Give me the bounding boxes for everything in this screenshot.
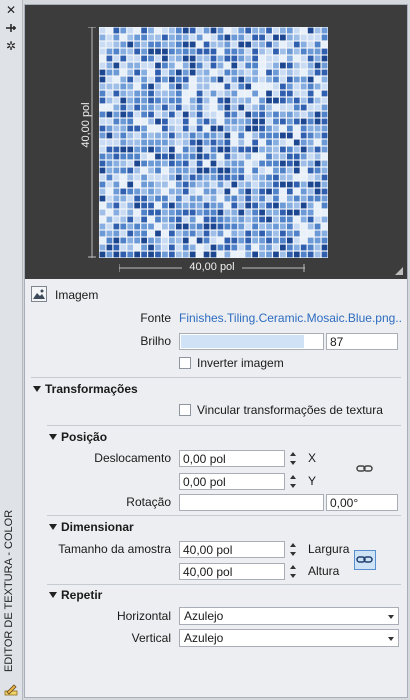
scale-header[interactable]: Dimensionar	[49, 518, 134, 536]
divider	[47, 515, 401, 516]
rotation-input[interactable]: 0,00°	[326, 494, 398, 511]
vertical-label: Vertical	[131, 631, 171, 645]
palette-sidebar: ✕ ✲ EDITOR DE TEXTURA - COLOR	[0, 0, 23, 700]
horizontal-label: Horizontal	[116, 609, 171, 623]
pin-icon[interactable]	[4, 22, 18, 34]
brightness-label: Brilho	[140, 334, 171, 348]
divider	[47, 584, 401, 585]
source-label: Fonte	[140, 311, 171, 325]
collapse-triangle-icon	[49, 524, 57, 530]
width-dimension-label: 40,00 pol	[182, 261, 242, 273]
offset-label: Deslocamento	[94, 451, 171, 465]
repeat-header-label: Repetir	[61, 588, 103, 602]
link-offset-icon[interactable]	[355, 460, 375, 478]
invert-label: Inverter imagem	[197, 356, 284, 370]
sample-height-spinner[interactable]	[287, 563, 300, 580]
width-label: Largura	[308, 542, 350, 556]
divider	[31, 377, 401, 378]
vertical-repeat-select[interactable]: Azulejo	[179, 629, 399, 647]
rotation-slider[interactable]	[179, 494, 324, 511]
horizontal-repeat-value: Azulejo	[184, 609, 224, 623]
height-label: Altura	[308, 564, 340, 578]
x-axis-label: X	[308, 451, 317, 465]
sample-width-input[interactable]: 40,00 pol	[179, 541, 285, 558]
sample-width-spinner[interactable]	[287, 541, 300, 558]
sample-size-label: Tamanho da amostra	[58, 542, 171, 556]
collapse-triangle-icon	[49, 434, 57, 440]
brightness-slider-fill	[181, 335, 304, 348]
close-icon[interactable]: ✕	[4, 4, 18, 16]
link-transforms-label: Vincular transformações de textura	[197, 403, 383, 417]
offset-x-input[interactable]: 0,00 pol	[179, 450, 285, 467]
invert-row: Inverter imagem	[25, 353, 407, 373]
brightness-slider[interactable]	[179, 333, 324, 350]
height-dimension-label: 40,00 pol	[80, 102, 92, 148]
resize-grip[interactable]	[395, 267, 403, 275]
position-header-label: Posição	[61, 430, 108, 444]
chevron-down-icon	[388, 637, 394, 641]
lock-aspect-icon[interactable]	[354, 550, 376, 570]
chevron-down-icon	[388, 615, 394, 619]
invert-checkbox[interactable]	[179, 357, 191, 369]
link-transforms-row: Vincular transformações de textura	[25, 400, 407, 420]
image-header: Imagem	[55, 288, 99, 302]
link-transforms-checkbox[interactable]	[179, 404, 191, 416]
image-header-row: Imagem	[25, 285, 407, 305]
palette-title: EDITOR DE TEXTURA - COLOR	[3, 509, 15, 672]
sample-height-input[interactable]: 40,00 pol	[179, 563, 285, 580]
rotation-row: Rotação 0,00°	[25, 492, 407, 512]
sample-height-row: 40,00 pol Altura	[25, 561, 407, 581]
mosaic-texture-image	[99, 27, 328, 258]
pencil-icon	[4, 682, 18, 696]
sample-width-row: Tamanho da amostra 40,00 pol Largura	[25, 539, 407, 559]
repeat-vertical-row: Vertical Azulejo	[25, 628, 407, 648]
texture-editor-panel: 40,00 pol 40,00 pol Imagem Fonte Finishe…	[24, 4, 408, 698]
offset-x-row: Deslocamento 0,00 pol X	[25, 448, 407, 468]
position-header[interactable]: Posição	[49, 428, 107, 446]
texture-preview: 40,00 pol 40,00 pol	[25, 5, 407, 279]
image-thumbnail-icon[interactable]	[31, 286, 47, 302]
collapse-triangle-icon	[33, 386, 41, 392]
source-file-link[interactable]: Finishes.Tiling.Ceramic.Mosaic.Blue.png.…	[179, 308, 401, 328]
brightness-input[interactable]: 87	[326, 333, 398, 350]
offset-y-row: 0,00 pol Y	[25, 471, 407, 491]
repeat-horizontal-row: Horizontal Azulejo	[25, 606, 407, 626]
scale-header-label: Dimensionar	[61, 520, 134, 534]
transforms-header[interactable]: Transformações	[33, 380, 138, 398]
offset-y-input[interactable]: 0,00 pol	[179, 473, 285, 490]
transforms-header-label: Transformações	[45, 382, 138, 396]
horizontal-repeat-select[interactable]: Azulejo	[179, 607, 399, 625]
repeat-header[interactable]: Repetir	[49, 586, 102, 604]
source-row: Fonte Finishes.Tiling.Ceramic.Mosaic.Blu…	[25, 308, 407, 328]
collapse-triangle-icon	[49, 592, 57, 598]
brightness-row: Brilho 87	[25, 331, 407, 351]
rotation-label: Rotação	[126, 495, 171, 509]
y-axis-label: Y	[308, 474, 317, 488]
offset-y-spinner[interactable]	[287, 473, 300, 490]
offset-x-spinner[interactable]	[287, 450, 300, 467]
gear-icon[interactable]: ✲	[4, 40, 18, 52]
vertical-repeat-value: Azulejo	[184, 631, 224, 645]
divider	[47, 425, 401, 426]
